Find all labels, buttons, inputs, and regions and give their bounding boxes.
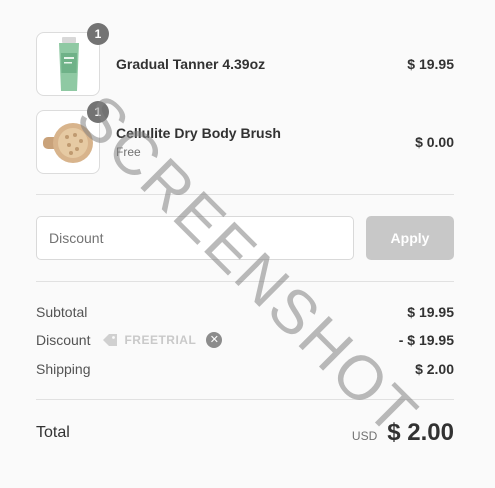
item-variant: Free	[116, 145, 141, 159]
subtotal-value: $ 19.95	[407, 304, 454, 320]
divider	[36, 194, 454, 195]
discount-input[interactable]	[36, 216, 354, 260]
shipping-row: Shipping $ 2.00	[36, 359, 454, 379]
line-item: 1 Cellulite Dry Body Brush Free $ 0.00	[36, 101, 454, 174]
total-amount: $ 2.00	[387, 419, 454, 446]
total-right: USD $ 2.00	[352, 419, 454, 447]
line-item: 1 Gradual Tanner 4.39oz $ 19.95	[36, 23, 454, 96]
item-info: Gradual Tanner 4.39oz	[116, 56, 407, 72]
discount-code: FREETRIAL	[124, 333, 197, 347]
discount-label: Discount	[36, 332, 91, 348]
divider	[36, 399, 454, 400]
discount-value: - $ 19.95	[398, 332, 454, 348]
divider	[36, 281, 454, 282]
tag-icon	[103, 334, 118, 346]
apply-button[interactable]: Apply	[366, 216, 454, 260]
shipping-value: $ 2.00	[415, 361, 454, 377]
item-info: Cellulite Dry Body Brush Free	[116, 125, 415, 159]
item-title: Cellulite Dry Body Brush	[116, 125, 281, 141]
item-price: $ 0.00	[415, 134, 454, 150]
quantity-badge: 1	[87, 23, 109, 45]
total-label: Total	[36, 424, 70, 441]
product-thumbnail: 1	[36, 101, 109, 174]
total-row: Total USD $ 2.00	[36, 418, 454, 448]
discount-left: Discount FREETRIAL ✕	[36, 332, 223, 348]
currency-code: USD	[351, 429, 378, 443]
product-thumbnail: 1	[36, 23, 109, 96]
subtotal-label: Subtotal	[36, 304, 88, 320]
discount-row: Discount FREETRIAL ✕ - $ 19.95	[36, 330, 454, 350]
item-title: Gradual Tanner 4.39oz	[116, 56, 266, 72]
quantity-badge: 1	[87, 101, 109, 123]
item-price: $ 19.95	[407, 56, 454, 72]
shipping-label: Shipping	[36, 361, 91, 377]
remove-discount-icon[interactable]: ✕	[206, 332, 223, 348]
subtotal-row: Subtotal $ 19.95	[36, 302, 454, 322]
